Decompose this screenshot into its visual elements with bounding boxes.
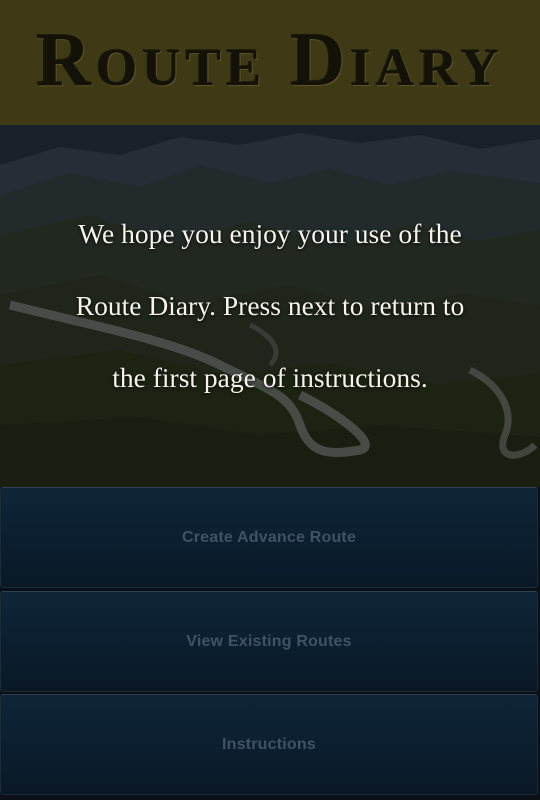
instructions-label: Instructions [222, 735, 316, 753]
app-header: Route Diary [0, 0, 540, 125]
app-logo: Route Diary [36, 18, 504, 102]
create-advance-route-label: Create Advance Route [181, 528, 357, 546]
closing-message: We hope you enjoy your use of the Route … [75, 218, 465, 393]
instructions-button[interactable]: Instructions [0, 694, 538, 795]
view-existing-routes-label: View Existing Routes [186, 632, 352, 650]
hero-panel: We hope you enjoy your use of the Route … [0, 125, 540, 487]
main-menu: Create Advance Route View Existing Route… [0, 487, 540, 800]
message-container: We hope you enjoy your use of the Route … [0, 125, 540, 487]
create-advance-route-button[interactable]: Create Advance Route [0, 487, 538, 588]
view-existing-routes-button[interactable]: View Existing Routes [0, 591, 538, 692]
